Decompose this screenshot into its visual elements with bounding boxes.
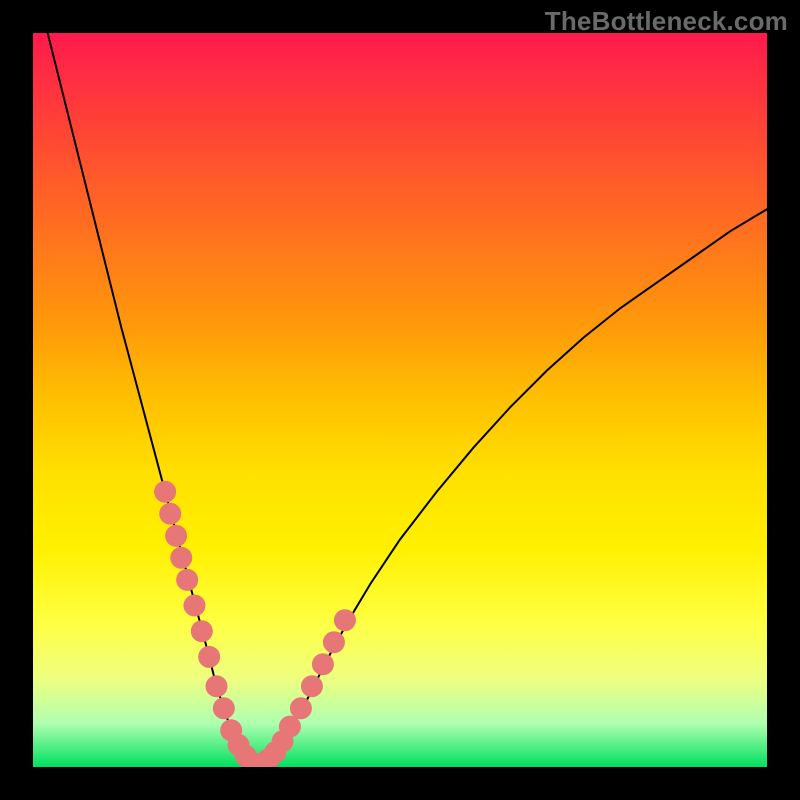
watermark-label: TheBottleneck.com bbox=[545, 6, 788, 37]
data-point bbox=[170, 547, 192, 569]
data-point bbox=[159, 503, 181, 525]
curve-line bbox=[48, 33, 767, 765]
chart-canvas bbox=[33, 33, 767, 767]
data-point bbox=[323, 631, 345, 653]
plot-area bbox=[33, 33, 767, 767]
data-point bbox=[290, 697, 312, 719]
data-point bbox=[191, 620, 213, 642]
data-point bbox=[183, 595, 205, 617]
data-point bbox=[213, 697, 235, 719]
data-point bbox=[301, 675, 323, 697]
data-point bbox=[334, 609, 356, 631]
chart-frame: TheBottleneck.com bbox=[0, 0, 800, 800]
data-point bbox=[154, 481, 176, 503]
data-point bbox=[176, 569, 198, 591]
data-point bbox=[206, 675, 228, 697]
data-point bbox=[279, 716, 301, 738]
data-point bbox=[312, 653, 334, 675]
data-point bbox=[165, 525, 187, 547]
data-point bbox=[198, 646, 220, 668]
